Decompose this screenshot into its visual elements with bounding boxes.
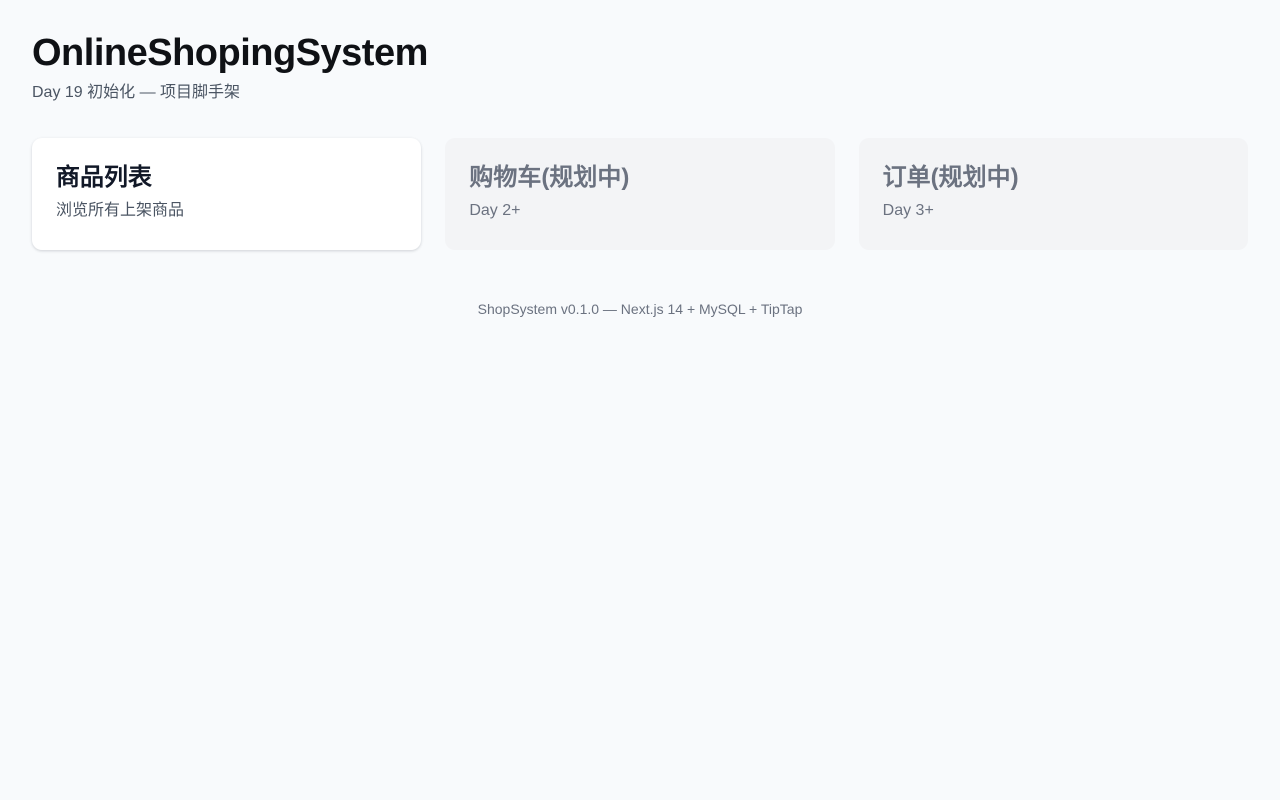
page-subtitle: Day 19 初始化 — 项目脚手架 (32, 84, 241, 101)
card-cart-planned: 购物车(规划中) Day 2+ (445, 138, 835, 250)
card-title: 商品列表 (56, 164, 152, 191)
card-product-list[interactable]: 商品列表 浏览所有上架商品 (32, 138, 422, 250)
footer-version: ShopSystem v0.1.0 — Next.js 14 + MySQL +… (477, 301, 803, 317)
card-description: Day 2+ (469, 202, 521, 219)
card-title: 订单(规划中) (882, 164, 1019, 191)
page-title: OnlineShopingSystem (32, 32, 428, 74)
card-orders-planned: 订单(规划中) Day 3+ (858, 138, 1248, 250)
feature-cards: 商品列表 浏览所有上架商品 购物车(规划中) Day 2+ 订单(规划中) Da… (32, 138, 1248, 250)
card-description: Day 3+ (882, 202, 934, 219)
card-description: 浏览所有上架商品 (56, 202, 185, 219)
card-title: 购物车(规划中) (469, 164, 630, 191)
home-page: OnlineShopingSystem Day 19 初始化 — 项目脚手架 商… (0, 0, 1280, 800)
